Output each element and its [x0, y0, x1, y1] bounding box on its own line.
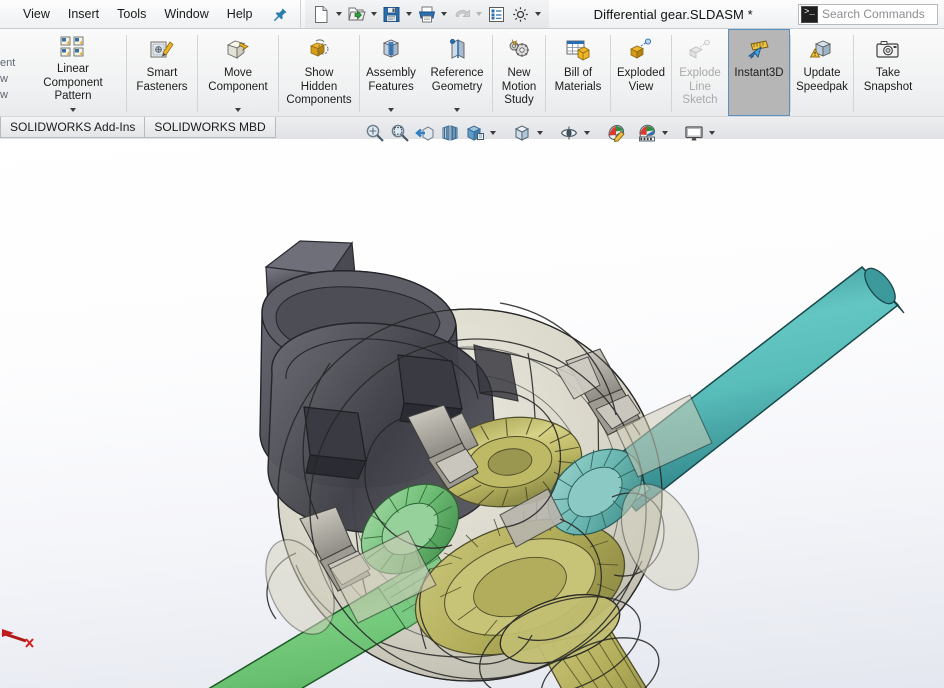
view-settings-button[interactable] [681, 120, 706, 146]
apply-scene-button[interactable] [634, 120, 659, 146]
pushpin-icon[interactable] [270, 3, 292, 25]
differential-gear-assembly [208, 240, 905, 688]
clipped-label-1: ent [0, 57, 16, 69]
menu-view[interactable]: View [14, 3, 59, 25]
motion-study-icon [505, 35, 533, 65]
component-pattern-icon [59, 35, 87, 61]
menu-tools[interactable]: Tools [108, 3, 155, 25]
hide-show-items-dropdown[interactable] [581, 120, 593, 146]
bill-of-materials-button[interactable]: Bill of Materials [546, 29, 610, 116]
reference-geometry-icon [443, 35, 471, 65]
instant3d-button[interactable]: Instant3D [728, 29, 790, 116]
menu-window[interactable]: Window [155, 3, 217, 25]
new-motion-study-button[interactable]: New Motion Study [493, 29, 545, 116]
tab-solidworks-addins[interactable]: SOLIDWORKS Add-Ins [0, 117, 146, 138]
open-document-button[interactable] [345, 2, 369, 26]
undo-button[interactable] [450, 2, 474, 26]
clipped-label-3: w [0, 89, 8, 101]
assembly-features-dropdown[interactable] [388, 103, 394, 113]
search-commands-input[interactable]: >_ Search Commands [798, 3, 938, 25]
options-dropdown[interactable] [533, 3, 544, 25]
update-speedpak-label: Update Speedpak [796, 67, 848, 93]
view-orientation-dropdown[interactable] [487, 120, 499, 146]
hide-show-items-button[interactable] [556, 120, 581, 146]
new-motion-study-label: New Motion Study [501, 67, 537, 106]
exploded-view-button[interactable]: Exploded View [611, 29, 671, 116]
tab-solidworks-mbd[interactable]: SOLIDWORKS MBD [145, 117, 276, 138]
heads-up-view-toolbar [362, 118, 718, 148]
previous-view-button[interactable] [412, 120, 437, 146]
show-hidden-components-button[interactable]: Show Hidden Components [279, 29, 359, 116]
menu-help[interactable]: Help [218, 3, 262, 25]
command-search-icon: >_ [801, 5, 818, 23]
print-button[interactable] [415, 2, 439, 26]
exploded-view-icon [627, 35, 655, 65]
display-style-button[interactable] [509, 120, 534, 146]
explode-line-icon [686, 35, 714, 65]
search-placeholder: Search Commands [822, 7, 925, 21]
linear-component-pattern-button[interactable]: Linear Component Pattern [20, 29, 126, 116]
hidden-components-icon [305, 35, 333, 65]
reference-geometry-button[interactable]: Reference Geometry [422, 29, 492, 116]
take-snapshot-button[interactable]: Take Snapshot [854, 29, 922, 116]
origin-axis-arrow-icon [0, 611, 40, 656]
open-document-dropdown[interactable] [369, 3, 380, 25]
linear-component-pattern-label: Linear Component Pattern [43, 63, 103, 103]
view-orientation-button[interactable] [462, 120, 487, 146]
move-component-button[interactable]: Move Component [198, 29, 278, 116]
menu-bar: View Insert Tools Window Help Differenti… [0, 0, 944, 29]
linear-component-pattern-dropdown[interactable] [70, 104, 76, 113]
save-button[interactable] [380, 2, 404, 26]
clipped-label-2: w [0, 73, 8, 85]
assembly-features-icon [377, 35, 405, 65]
select-button[interactable] [485, 2, 509, 26]
menubar-divider [299, 0, 301, 29]
smart-fastener-icon [148, 35, 176, 65]
section-view-button[interactable] [437, 120, 462, 146]
undo-dropdown[interactable] [474, 3, 485, 25]
move-component-label: Move Component [208, 67, 268, 93]
speedpak-icon [808, 35, 836, 65]
assembly-features-label: Assembly Features [366, 67, 416, 93]
menu-insert[interactable]: Insert [59, 3, 108, 25]
camera-icon [874, 35, 902, 65]
solidworks-window: View Insert Tools Window Help Differenti… [0, 0, 944, 688]
smart-fasteners-label: Smart Fasteners [136, 67, 188, 93]
explode-line-sketch-button[interactable]: Explode Line Sketch [672, 29, 728, 116]
ribbon-clipped-labels: ent w w [0, 29, 20, 116]
instant3d-icon [744, 35, 774, 65]
reference-geometry-label: Reference Geometry [430, 67, 484, 93]
quick-access-toolbar [304, 0, 549, 28]
new-document-button[interactable] [310, 2, 334, 26]
edit-appearance-button[interactable] [603, 120, 628, 146]
zoom-to-fit-button[interactable] [362, 120, 387, 146]
tabbar-filler [275, 117, 331, 138]
assembly-features-button[interactable]: Assembly Features [360, 29, 422, 116]
reference-geometry-dropdown[interactable] [454, 103, 460, 113]
take-snapshot-label: Take Snapshot [863, 67, 913, 93]
update-speedpak-button[interactable]: Update Speedpak [791, 29, 853, 116]
show-hidden-components-label: Show Hidden Components [286, 67, 352, 106]
menu-item-list: View Insert Tools Window Help [0, 0, 296, 28]
graphics-viewport[interactable] [0, 117, 944, 688]
zoom-to-area-button[interactable] [387, 120, 412, 146]
document-title: Differential gear.SLDASM * [593, 6, 753, 22]
explode-line-sketch-label: Explode Line Sketch [679, 67, 721, 106]
exploded-view-label: Exploded View [617, 67, 665, 93]
bill-of-materials-label: Bill of Materials [554, 67, 602, 93]
command-manager-ribbon: ent w w Linear Component Pattern Smart F… [0, 29, 944, 117]
view-settings-dropdown[interactable] [706, 120, 718, 146]
new-document-dropdown[interactable] [334, 3, 345, 25]
smart-fasteners-button[interactable]: Smart Fasteners [127, 29, 197, 116]
move-component-icon [224, 35, 252, 65]
gear-icon[interactable] [509, 2, 533, 26]
print-dropdown[interactable] [439, 3, 450, 25]
save-dropdown[interactable] [404, 3, 415, 25]
instant3d-label: Instant3D [734, 67, 784, 79]
bom-table-icon [564, 35, 592, 65]
apply-scene-dropdown[interactable] [659, 120, 671, 146]
move-component-dropdown[interactable] [235, 103, 241, 113]
display-style-dropdown[interactable] [534, 120, 546, 146]
